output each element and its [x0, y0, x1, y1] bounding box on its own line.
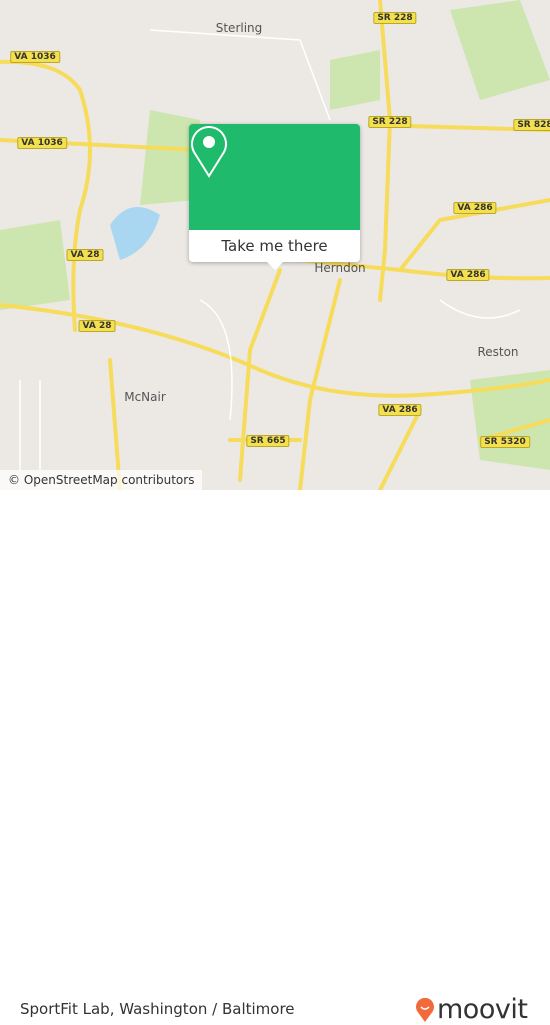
- popup-pointer: [267, 262, 283, 270]
- map-attribution[interactable]: © OpenStreetMap contributors: [0, 470, 203, 490]
- lake: [110, 207, 160, 260]
- road-shield: VA 286: [446, 269, 490, 281]
- road-shield: SR 828: [513, 119, 550, 131]
- road-shield: VA 286: [378, 404, 422, 416]
- road-shield: SR 665: [246, 435, 290, 447]
- moovit-pin-icon: [416, 997, 434, 1022]
- map[interactable]: Sterling Herndon Reston McNair SR 228 VA…: [0, 0, 550, 490]
- place-label: Reston: [477, 345, 519, 359]
- location-popup: Take me there: [189, 124, 360, 270]
- road-shield: VA 1036: [10, 51, 60, 63]
- place-label: McNair: [124, 390, 166, 404]
- road-shield: SR 228: [368, 116, 412, 128]
- moovit-logo[interactable]: moovit: [415, 994, 528, 1025]
- place-title: SportFit Lab, Washington / Baltimore: [20, 1000, 295, 1018]
- road-shield: VA 1036: [17, 137, 67, 149]
- take-me-there-button[interactable]: Take me there: [189, 230, 360, 262]
- popup-header: [189, 124, 360, 230]
- road-shield: VA 28: [78, 320, 116, 332]
- road-shield: VA 28: [66, 249, 104, 261]
- logo-text: moovit: [437, 994, 528, 1025]
- place-label: Herndon: [314, 261, 366, 275]
- road-shield: SR 228: [373, 12, 417, 24]
- place-label: Sterling: [215, 21, 263, 35]
- footer: SportFit Lab, Washington / Baltimore moo…: [0, 490, 550, 1025]
- road-shield: VA 286: [453, 202, 497, 214]
- map-pin-icon: [191, 126, 227, 178]
- road-shield: SR 5320: [480, 436, 530, 448]
